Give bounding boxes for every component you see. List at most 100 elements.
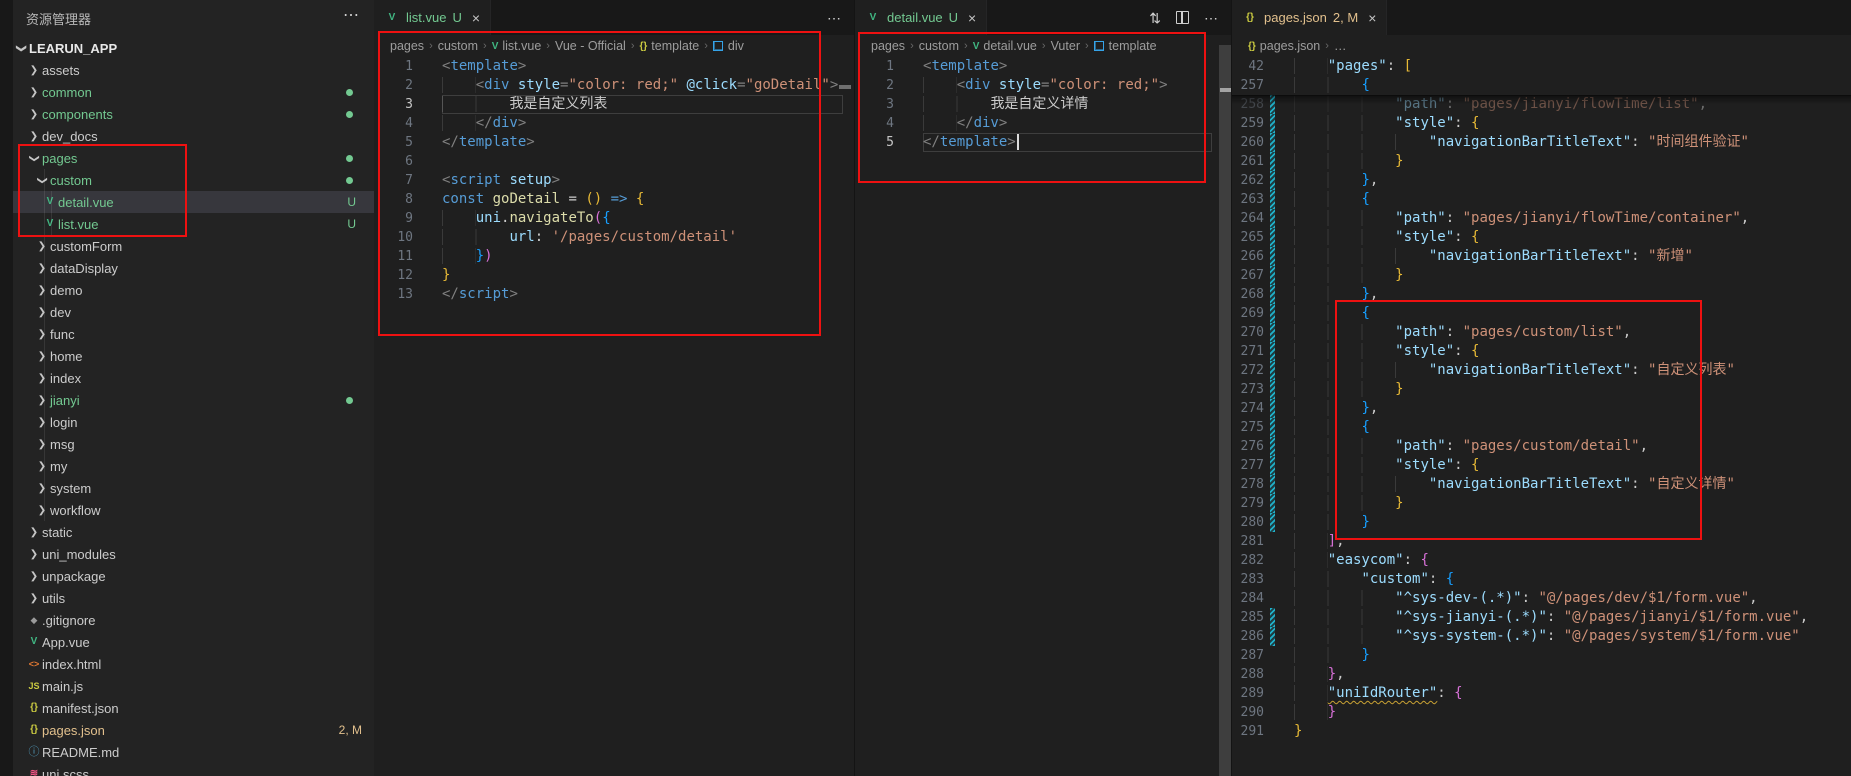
breadcrumb-item[interactable]: …	[1334, 39, 1347, 53]
code-line[interactable]: 2 <div style="color: red;" @click="goDet…	[374, 76, 855, 95]
code-line[interactable]: 279 }	[1232, 494, 1851, 513]
sidebar-item-components[interactable]: ❯components	[13, 103, 374, 125]
editor-group-divider[interactable]	[1231, 0, 1232, 776]
code-line[interactable]: 281 ],	[1232, 532, 1851, 551]
sidebar-item-index.html[interactable]: <>index.html	[13, 653, 374, 675]
sidebar-item-dataDisplay[interactable]: ❯dataDisplay	[13, 257, 374, 279]
code-line[interactable]: 265 "style": {	[1232, 228, 1851, 247]
code-line[interactable]: 276 "path": "pages/custom/detail",	[1232, 437, 1851, 456]
sidebar-item-manifest.json[interactable]: {}manifest.json	[13, 697, 374, 719]
sidebar-item-func[interactable]: ❯func	[13, 323, 374, 345]
code-line[interactable]: 266 "navigationBarTitleText": "新增"	[1232, 247, 1851, 266]
code-line[interactable]: 282 "easycom": {	[1232, 551, 1851, 570]
code-line[interactable]: 261 }	[1232, 152, 1851, 171]
sidebar-item-.gitignore[interactable]: ◆.gitignore	[13, 609, 374, 631]
code-line[interactable]: 271 "style": {	[1232, 342, 1851, 361]
code-line[interactable]: 3 我是自定义列表	[374, 95, 855, 114]
code-line[interactable]: 13</script>	[374, 285, 855, 304]
code-line[interactable]: 289 "uniIdRouter": {	[1232, 684, 1851, 703]
code-line[interactable]: 277 "style": {	[1232, 456, 1851, 475]
code-line[interactable]: 4 </div>	[855, 114, 1232, 133]
more-actions-icon[interactable]: ⋯	[1204, 11, 1218, 25]
sidebar-item-custom[interactable]: ❯custom	[13, 169, 374, 191]
code-line[interactable]: 288 },	[1232, 665, 1851, 684]
code-line[interactable]: 258 "path": "pages/jianyi/flowTime/list"…	[1232, 95, 1851, 114]
breadcrumb-item[interactable]: Vuter	[1051, 39, 1080, 53]
code-line[interactable]: 270 "path": "pages/custom/list",	[1232, 323, 1851, 342]
split-editor-icon[interactable]	[1176, 11, 1189, 24]
code-line[interactable]: 6	[374, 152, 855, 171]
close-icon[interactable]: ×	[968, 10, 976, 26]
sidebar-item-pages.json[interactable]: {}pages.json2, M	[13, 719, 374, 741]
sidebar-item-pages[interactable]: ❯pages	[13, 147, 374, 169]
code-line[interactable]: 280 }	[1232, 513, 1851, 532]
sidebar-item-uni.scss[interactable]: ≋uni.scss	[13, 763, 374, 776]
compare-changes-icon[interactable]: ⇅	[1149, 11, 1161, 25]
code-line[interactable]: 267 }	[1232, 266, 1851, 285]
tab-pages-json[interactable]: {}pages.json2, M×	[1232, 0, 1387, 35]
breadcrumb-item[interactable]: {}pages.json	[1248, 39, 1320, 53]
code-line[interactable]: 285 "^sys-jianyi-(.*)": "@/pages/jianyi/…	[1232, 608, 1851, 627]
breadcrumb-item[interactable]: Vue - Official	[555, 39, 626, 53]
code-line[interactable]: 9 uni.navigateTo({	[374, 209, 855, 228]
code-line[interactable]: 4 </div>	[374, 114, 855, 133]
breadcrumb-item[interactable]: {}template	[640, 39, 700, 53]
code-line[interactable]: 11 })	[374, 247, 855, 266]
code-line[interactable]: 286 "^sys-system-(.*)": "@/pages/system/…	[1232, 627, 1851, 646]
code-line[interactable]: 283 "custom": {	[1232, 570, 1851, 589]
code-line[interactable]: 2 <div style="color: red;">	[855, 76, 1232, 95]
code-line[interactable]: 287 }	[1232, 646, 1851, 665]
sidebar-item-static[interactable]: ❯static	[13, 521, 374, 543]
sidebar-item-README.md[interactable]: ⓘREADME.md	[13, 741, 374, 763]
code-line[interactable]: 10 url: '/pages/custom/detail'	[374, 228, 855, 247]
code-line[interactable]: 42 "pages": [	[1232, 57, 1851, 76]
sidebar-item-assets[interactable]: ❯assets	[13, 59, 374, 81]
sidebar-item-dev[interactable]: ❯dev	[13, 301, 374, 323]
breadcrumb-item[interactable]: pages	[871, 39, 905, 53]
explorer-more-icon[interactable]: ⋯	[343, 5, 360, 25]
code-line[interactable]: 284 "^sys-dev-(.*)": "@/pages/dev/$1/for…	[1232, 589, 1851, 608]
tab-list-vue[interactable]: Vlist.vueU×	[374, 0, 491, 35]
code-line[interactable]: 8const goDetail = () => {	[374, 190, 855, 209]
sidebar-item-login[interactable]: ❯login	[13, 411, 374, 433]
sidebar-item-demo[interactable]: ❯demo	[13, 279, 374, 301]
code-line[interactable]: 275 {	[1232, 418, 1851, 437]
code-line[interactable]: 257 {	[1232, 76, 1851, 95]
breadcrumb-item[interactable]: custom	[919, 39, 959, 53]
sidebar-item-uni_modules[interactable]: ❯uni_modules	[13, 543, 374, 565]
sidebar-item-system[interactable]: ❯system	[13, 477, 374, 499]
sidebar-item-common[interactable]: ❯common	[13, 81, 374, 103]
code-line[interactable]: 3 我是自定义详情	[855, 95, 1232, 114]
code-line[interactable]: 264 "path": "pages/jianyi/flowTime/conta…	[1232, 209, 1851, 228]
breadcrumb-item[interactable]: custom	[438, 39, 478, 53]
code-line[interactable]: 7<script setup>	[374, 171, 855, 190]
breadcrumb-item[interactable]: Vdetail.vue	[973, 39, 1037, 53]
breadcrumb-item[interactable]: Vlist.vue	[492, 39, 542, 53]
breadcrumb-item[interactable]: template	[1094, 39, 1157, 53]
code-line[interactable]: 274 },	[1232, 399, 1851, 418]
sidebar-item-App.vue[interactable]: VApp.vue	[13, 631, 374, 653]
close-icon[interactable]: ×	[1368, 10, 1376, 26]
code-line[interactable]: 5</template>	[855, 133, 1232, 152]
code-line[interactable]: 263 {	[1232, 190, 1851, 209]
sidebar-item-my[interactable]: ❯my	[13, 455, 374, 477]
sidebar-item-home[interactable]: ❯home	[13, 345, 374, 367]
sidebar-item-jianyi[interactable]: ❯jianyi	[13, 389, 374, 411]
sidebar-item-msg[interactable]: ❯msg	[13, 433, 374, 455]
code-line[interactable]: 290 }	[1232, 703, 1851, 722]
breadcrumb-item[interactable]: div	[713, 39, 744, 53]
code-line[interactable]: 273 }	[1232, 380, 1851, 399]
code-line[interactable]: 269 {	[1232, 304, 1851, 323]
code-line[interactable]: 1<template>	[374, 57, 855, 76]
sidebar-item-list.vue[interactable]: Vlist.vueU	[13, 213, 374, 235]
sidebar-item-root[interactable]: ❯ LEARUN_APP	[13, 37, 374, 59]
code-line[interactable]: 5</template>	[374, 133, 855, 152]
sidebar-item-workflow[interactable]: ❯workflow	[13, 499, 374, 521]
sidebar-item-main.js[interactable]: JSmain.js	[13, 675, 374, 697]
sidebar-item-index[interactable]: ❯index	[13, 367, 374, 389]
sidebar-item-unpackage[interactable]: ❯unpackage	[13, 565, 374, 587]
code-line[interactable]: 1<template>	[855, 57, 1232, 76]
close-icon[interactable]: ×	[472, 10, 480, 26]
more-actions-icon[interactable]: ⋯	[827, 11, 841, 25]
code-line[interactable]: 268 },	[1232, 285, 1851, 304]
